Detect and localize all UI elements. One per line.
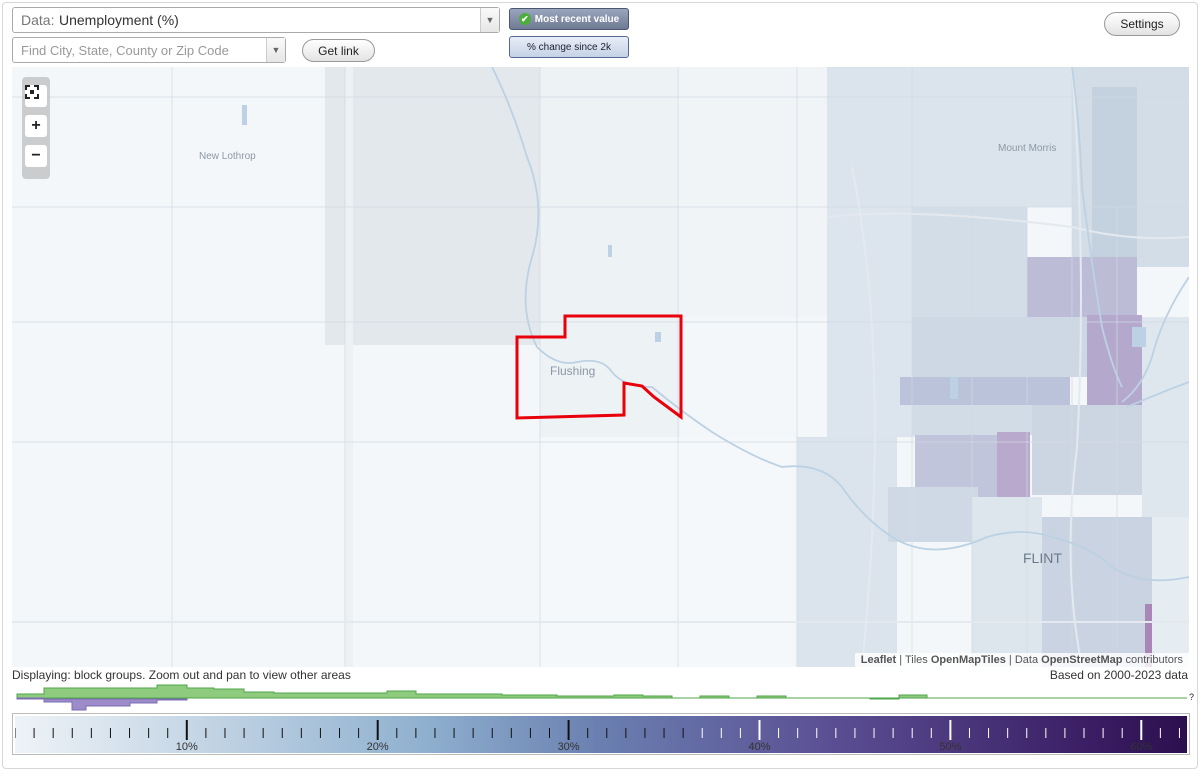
settings-button[interactable]: Settings bbox=[1104, 12, 1180, 36]
get-link-button[interactable]: Get link bbox=[302, 39, 375, 62]
map-canvas[interactable] bbox=[12, 67, 1189, 667]
histogram-purple-area bbox=[16, 697, 188, 711]
legend-tick-label: 10% bbox=[175, 741, 198, 753]
fit-icon bbox=[25, 85, 39, 99]
chevron-down-icon[interactable]: ▼ bbox=[480, 8, 499, 32]
region-block bbox=[540, 437, 795, 667]
legend-tick-label: 60% bbox=[1130, 741, 1153, 753]
region-block bbox=[1142, 317, 1189, 517]
region-block bbox=[678, 67, 828, 317]
place-label-new-lothrop: New Lothrop bbox=[199, 151, 256, 162]
legend-tick-label: 20% bbox=[366, 741, 389, 753]
data-range-note: Based on 2000-2023 data bbox=[1049, 668, 1188, 682]
openmaptiles-link[interactable]: OpenMapTiles bbox=[931, 654, 1006, 666]
most-recent-value-toggle[interactable]: ✔ Most recent value bbox=[509, 8, 629, 30]
region-block bbox=[912, 317, 1092, 377]
data-select[interactable]: Data: Unemployment (%) ▼ bbox=[12, 7, 500, 33]
data-select-value: Unemployment (%) bbox=[59, 12, 179, 28]
zoom-control: + − bbox=[22, 77, 50, 179]
color-legend: 10% 20% 30% 40% 50% 60% bbox=[12, 713, 1190, 755]
search-input[interactable] bbox=[13, 38, 271, 62]
region-block bbox=[912, 207, 1027, 317]
legend-tick-label: 40% bbox=[748, 741, 771, 753]
place-label-flint: FLINT bbox=[1023, 550, 1062, 566]
place-label-mount-morris: Mount Morris bbox=[998, 143, 1057, 154]
region-block bbox=[1152, 517, 1189, 667]
openstreetmap-link[interactable]: OpenStreetMap bbox=[1041, 654, 1122, 666]
fit-bounds-button[interactable] bbox=[25, 85, 47, 107]
place-label-flushing: Flushing bbox=[550, 364, 596, 378]
checkmark-icon: ✔ bbox=[518, 13, 531, 25]
histogram-green-area bbox=[16, 684, 1187, 700]
zoom-in-button[interactable]: + bbox=[25, 115, 47, 137]
data-prefix: Data bbox=[1014, 654, 1039, 666]
region-block bbox=[888, 487, 978, 542]
region-block bbox=[797, 437, 897, 667]
region-block bbox=[1027, 257, 1137, 317]
data-select-prefix: Data: bbox=[21, 12, 55, 28]
map[interactable]: New Lothrop Mount Morris Flushing FLINT … bbox=[12, 67, 1189, 667]
map-attribution: Leaflet | Tiles OpenMapTiles | Data Open… bbox=[854, 653, 1189, 667]
zoom-out-button[interactable]: − bbox=[25, 145, 47, 167]
legend-tick-label: 50% bbox=[939, 741, 962, 753]
leaflet-link[interactable]: Leaflet bbox=[861, 654, 896, 666]
region-block bbox=[827, 67, 1072, 207]
region-block bbox=[1032, 405, 1142, 495]
distribution-histogram: ? bbox=[16, 684, 1194, 711]
percent-change-toggle[interactable]: % change since 2k bbox=[509, 36, 629, 58]
most-recent-value-label: Most recent value bbox=[534, 13, 620, 25]
percent-change-label: % change since 2k bbox=[527, 41, 611, 53]
region-block bbox=[972, 497, 1042, 667]
chevron-down-icon[interactable]: ▼ bbox=[266, 38, 285, 62]
tiles-prefix: Tiles bbox=[904, 654, 928, 666]
region-block bbox=[900, 377, 1070, 405]
contributors-text: contributors bbox=[1125, 654, 1183, 666]
region-block bbox=[1092, 87, 1137, 257]
region-block bbox=[345, 67, 353, 667]
legend-tick-label: 30% bbox=[557, 741, 580, 753]
displaying-note: Displaying: block groups. Zoom out and p… bbox=[12, 668, 351, 682]
location-search[interactable]: ▼ bbox=[12, 37, 286, 63]
histogram-help[interactable]: ? bbox=[1189, 692, 1194, 702]
